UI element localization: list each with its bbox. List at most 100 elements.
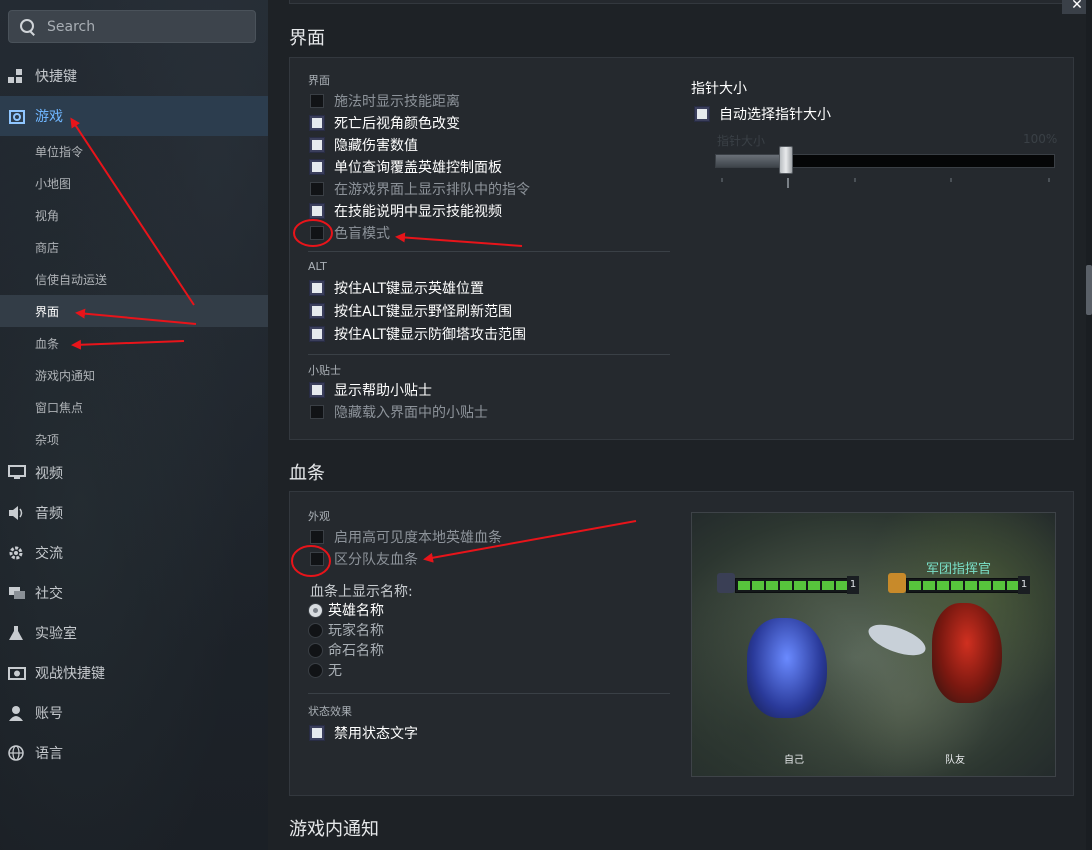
checkbox[interactable] (310, 204, 324, 218)
sidebar-item-minimap[interactable]: 小地图 (0, 167, 268, 199)
sidebar-item-label: 音频 (35, 506, 63, 522)
option-disable-status-text[interactable]: 禁用状态文字 (310, 722, 418, 744)
radio-player-name[interactable]: 玩家名称 (308, 620, 384, 640)
option-hide-loading-tips[interactable]: 隐藏载入界面中的小贴士 (310, 401, 488, 423)
sidebar-item-label: 游戏内通知 (35, 368, 96, 383)
radio-facet-name[interactable]: 命石名称 (308, 640, 384, 660)
sidebar-item-healthbar[interactable]: 血条 (0, 327, 268, 359)
option-auto-cursor-size[interactable]: 自动选择指针大小 (695, 103, 831, 125)
option-label: 色盲模式 (334, 226, 390, 242)
divider (308, 251, 670, 252)
option-hide-damage[interactable]: 隐藏伤害数值 (310, 134, 418, 156)
option-label: 施法时显示技能距离 (334, 94, 460, 110)
sidebar-item-labs[interactable]: 实验室 (0, 613, 268, 653)
cursor-size-slider-label: 指针大小 (717, 134, 766, 148)
monitor-icon (8, 465, 26, 481)
cursor-size-slider[interactable] (715, 154, 1055, 168)
checkbox[interactable] (310, 281, 324, 295)
ally-level: 1 (1018, 576, 1030, 594)
radio-none[interactable]: 无 (308, 660, 342, 680)
option-death-color[interactable]: 死亡后视角颜色改变 (310, 112, 460, 134)
checkbox[interactable] (310, 226, 324, 240)
option-label: 按住ALT键显示英雄位置 (334, 281, 485, 297)
grid-icon (8, 68, 24, 84)
option-show-cast-range[interactable]: 施法时显示技能距离 (310, 90, 460, 112)
sidebar-item-language[interactable]: 语言 (0, 733, 268, 773)
checkbox[interactable] (310, 182, 324, 196)
option-label: 隐藏伤害数值 (334, 138, 418, 154)
scrollbar-thumb[interactable] (1086, 265, 1092, 315)
radio-button[interactable] (308, 642, 323, 658)
radio-button[interactable] (308, 662, 323, 678)
option-show-queued-orders[interactable]: 在游戏界面上显示排队中的指令 (310, 178, 530, 200)
sidebar-item-camera[interactable]: 视角 (0, 199, 268, 231)
sidebar-item-interface[interactable]: 界面 (0, 295, 268, 327)
option-alt-hero-position[interactable]: 按住ALT键显示英雄位置 (310, 277, 484, 299)
sidebar-item-label: 账号 (35, 706, 63, 722)
ally-healthbar (906, 578, 1022, 593)
sidebar-item-label: 血条 (35, 336, 60, 351)
sidebar-item-communication[interactable]: 交流 (0, 533, 268, 573)
divider (308, 693, 670, 694)
checkbox[interactable] (310, 726, 324, 740)
option-unit-query-override[interactable]: 单位查询覆盖英雄控制面板 (310, 156, 502, 178)
sidebar-item-social[interactable]: 社交 (0, 573, 268, 613)
sidebar-item-label: 单位指令 (35, 144, 84, 159)
radio-hero-name[interactable]: 英雄名称 (308, 600, 384, 620)
speaker-icon (8, 505, 24, 521)
checkbox[interactable] (310, 160, 324, 174)
sidebar-item-misc[interactable]: 杂项 (0, 423, 268, 455)
checkbox[interactable] (310, 327, 324, 341)
option-colorblind-mode[interactable]: 色盲模式 (310, 222, 390, 244)
checkbox[interactable] (310, 405, 324, 419)
sidebar-item-label: 小地图 (35, 176, 72, 191)
settings-content[interactable]: ✕ 界面 界面 施法时显示技能距离 死亡后视角颜色改变 隐藏伤害数值 单位查询覆… (268, 0, 1092, 850)
option-ability-videos[interactable]: 在技能说明中显示技能视频 (310, 200, 502, 222)
option-label: 禁用状态文字 (334, 726, 418, 742)
option-distinguish-ally-healthbar[interactable]: 区分队友血条 (310, 548, 418, 570)
group-label-status: 状态效果 (308, 705, 352, 718)
slider-tick (787, 178, 789, 188)
option-alt-neutral-spawn[interactable]: 按住ALT键显示野怪刷新范围 (310, 300, 512, 322)
sidebar-item-game[interactable]: 游戏 (0, 96, 268, 136)
checkbox[interactable] (310, 94, 324, 108)
radio-button[interactable] (308, 602, 323, 618)
option-label: 自动选择指针大小 (719, 107, 831, 123)
option-show-tips[interactable]: 显示帮助小贴士 (310, 379, 432, 401)
sidebar-item-label: 窗口焦点 (35, 400, 84, 415)
sidebar-item-audio[interactable]: 音频 (0, 493, 268, 533)
sidebar-item-window-focus[interactable]: 窗口焦点 (0, 391, 268, 423)
radio-label: 命石名称 (328, 643, 384, 659)
ally-hero-name: 军团指挥官 (926, 562, 992, 577)
option-alt-tower-range[interactable]: 按住ALT键显示防御塔攻击范围 (310, 323, 526, 345)
section-title-healthbar: 血条 (289, 463, 325, 484)
sidebar-item-spectator-hotkeys[interactable]: 观战快捷键 (0, 653, 268, 693)
sidebar-item-label: 实验室 (35, 626, 77, 642)
search-input[interactable]: Search (47, 19, 95, 35)
sidebar-item-account[interactable]: 账号 (0, 693, 268, 733)
checkbox[interactable] (310, 116, 324, 130)
sidebar-item-hotkeys[interactable]: 快捷键 (0, 56, 268, 96)
user-icon (8, 705, 24, 721)
sidebar-item-label: 交流 (35, 546, 63, 562)
checkbox[interactable] (310, 383, 324, 397)
sidebar-item-label: 信使自动运送 (35, 272, 108, 287)
scrollbar[interactable] (1086, 0, 1092, 850)
sidebar-item-notifications[interactable]: 游戏内通知 (0, 359, 268, 391)
slider-handle[interactable] (779, 146, 794, 174)
checkbox[interactable] (310, 138, 324, 152)
checkbox[interactable] (695, 107, 709, 121)
radio-button[interactable] (308, 622, 323, 638)
option-label: 启用高可见度本地英雄血条 (334, 530, 502, 546)
sidebar-item-unit-orders[interactable]: 单位指令 (0, 135, 268, 167)
option-high-visibility-healthbar[interactable]: 启用高可见度本地英雄血条 (310, 526, 502, 548)
search-icon (9, 10, 39, 43)
checkbox[interactable] (310, 530, 324, 544)
option-label: 死亡后视角颜色改变 (334, 116, 460, 132)
checkbox[interactable] (310, 304, 324, 318)
sidebar-item-video[interactable]: 视频 (0, 453, 268, 493)
search-box[interactable]: Search (8, 10, 256, 43)
sidebar-item-shop[interactable]: 商店 (0, 231, 268, 263)
sidebar-item-courier[interactable]: 信使自动运送 (0, 263, 268, 295)
checkbox[interactable] (310, 552, 324, 566)
